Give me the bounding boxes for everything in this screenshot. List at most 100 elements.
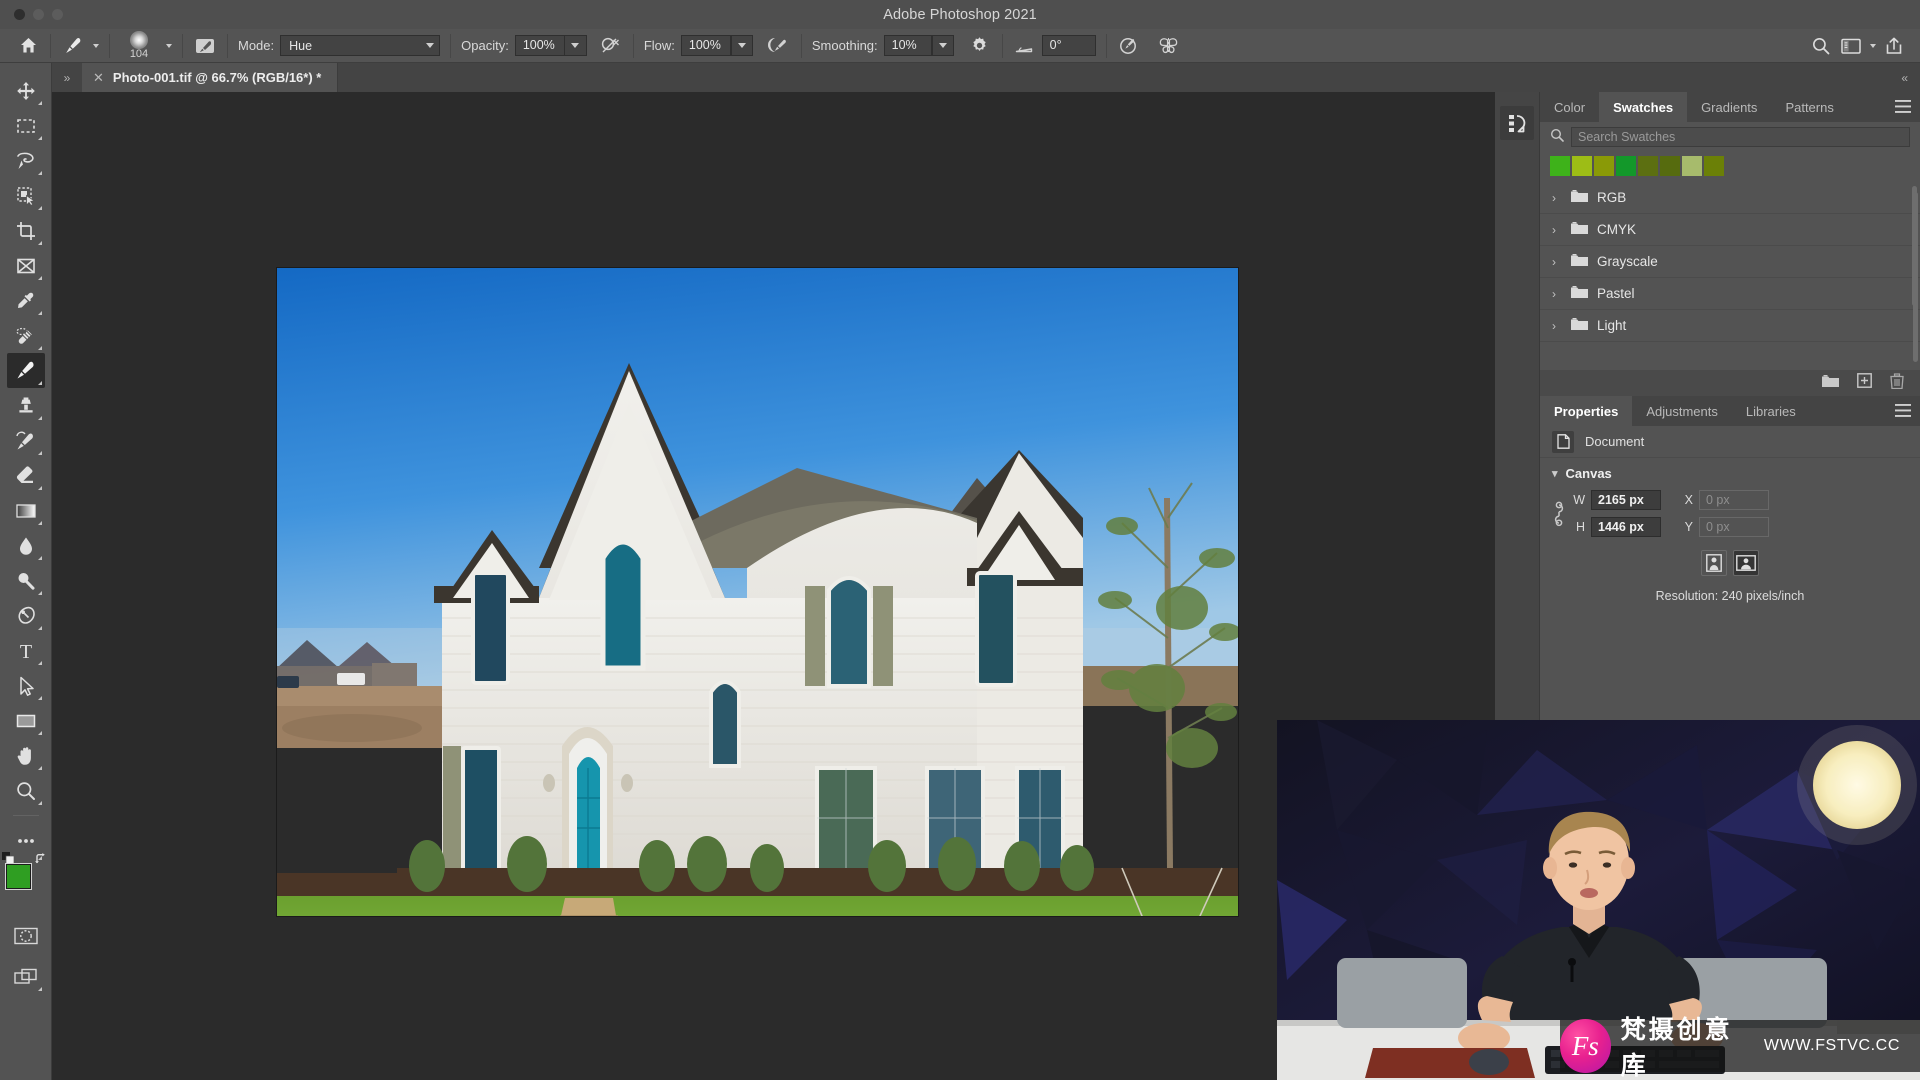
swatch-group-grayscale[interactable]: › Grayscale	[1540, 246, 1920, 278]
opacity-slider-toggle[interactable]	[564, 35, 587, 56]
share-button[interactable]	[1879, 29, 1920, 63]
tab-adjustments[interactable]: Adjustments	[1632, 396, 1732, 426]
symmetry-button[interactable]	[1154, 29, 1184, 63]
smoothing-input[interactable]: 10%	[883, 35, 932, 56]
portrait-orientation-button[interactable]	[1701, 550, 1727, 576]
close-icon[interactable]: ✕	[93, 70, 104, 86]
collapse-dock-icon[interactable]: «	[1901, 71, 1908, 85]
sidebar-item-path-selection-tool[interactable]	[7, 668, 45, 703]
tab-properties[interactable]: Properties	[1540, 396, 1633, 426]
swatch-group-rgb[interactable]: › RGB	[1540, 182, 1920, 214]
pressure-controls-size-button[interactable]	[1114, 29, 1144, 63]
sidebar-item-eyedropper-tool[interactable]	[7, 283, 45, 318]
tab-gradients[interactable]: Gradients	[1687, 92, 1771, 122]
canvas-section-header[interactable]: ▾ Canvas	[1540, 458, 1920, 488]
document-tab[interactable]: ✕ Photo-001.tif @ 66.7% (RGB/16*) *	[82, 63, 339, 92]
chevron-right-icon[interactable]: ›	[1552, 223, 1562, 237]
sidebar-item-clone-stamp-tool[interactable]	[7, 388, 45, 423]
smoothing-options-button[interactable]	[965, 29, 995, 63]
brush-size-picker[interactable]: 104	[117, 29, 175, 63]
home-button[interactable]	[0, 29, 43, 63]
sidebar-item-move-tool[interactable]	[7, 73, 45, 108]
sidebar-item-healing-brush-tool[interactable]	[7, 318, 45, 353]
swatch-item[interactable]	[1550, 156, 1570, 176]
chevron-right-icon[interactable]: ›	[1552, 255, 1562, 269]
chevron-down-icon[interactable]	[1870, 43, 1876, 48]
sidebar-item-hand-tool[interactable]	[7, 738, 45, 773]
swap-colors-icon[interactable]	[34, 852, 48, 871]
opacity-input[interactable]: 100%	[514, 35, 565, 56]
brush-settings-button[interactable]	[190, 29, 220, 63]
blend-mode-select[interactable]: Hue	[280, 35, 441, 56]
document-image[interactable]	[276, 267, 1239, 917]
x-input[interactable]: 0 px	[1699, 490, 1769, 510]
tab-patterns[interactable]: Patterns	[1771, 92, 1847, 122]
color-swatches[interactable]	[1, 852, 47, 905]
swatch-group-cmyk[interactable]: › CMYK	[1540, 214, 1920, 246]
chevron-down-icon[interactable]: ▾	[1552, 467, 1558, 480]
sidebar-item-crop-tool[interactable]	[7, 213, 45, 248]
flow-slider-toggle[interactable]	[730, 35, 753, 56]
sidebar-item-object-selection-tool[interactable]	[7, 178, 45, 213]
new-group-icon[interactable]	[1822, 374, 1839, 393]
sidebar-item-marquee-tool[interactable]	[7, 108, 45, 143]
chevron-down-icon[interactable]	[166, 43, 172, 48]
swatch-group-light[interactable]: › Light	[1540, 310, 1920, 342]
swatch-item[interactable]	[1682, 156, 1702, 176]
swatch-group-pastel[interactable]: › Pastel	[1540, 278, 1920, 310]
swatch-item[interactable]	[1572, 156, 1592, 176]
delete-swatch-icon[interactable]	[1890, 372, 1904, 394]
sidebar-item-zoom-tool[interactable]	[7, 773, 45, 808]
sidebar-item-brush-tool[interactable]	[6, 353, 45, 388]
dock-collapse-bar[interactable]: «	[1495, 63, 1920, 92]
y-input[interactable]: 0 px	[1699, 517, 1769, 537]
tool-preset-picker[interactable]	[58, 29, 102, 63]
screen-mode-button[interactable]	[7, 959, 45, 994]
tab-libraries[interactable]: Libraries	[1732, 396, 1810, 426]
blend-mode-group: Mode: Hue	[235, 29, 443, 63]
search-input[interactable]: Search Swatches	[1571, 127, 1910, 147]
sidebar-item-eraser-tool[interactable]	[7, 458, 45, 493]
link-chain-icon[interactable]	[1546, 499, 1572, 529]
swatch-item[interactable]	[1594, 156, 1614, 176]
angle-input[interactable]: 0°	[1041, 35, 1096, 56]
properties-scrollbar[interactable]	[1913, 192, 1918, 362]
flow-input[interactable]: 100%	[680, 35, 731, 56]
sidebar-item-dodge-tool[interactable]	[7, 563, 45, 598]
sidebar-item-pen-tool[interactable]	[7, 598, 45, 633]
chevron-down-icon[interactable]	[93, 43, 99, 48]
swatch-item[interactable]	[1704, 156, 1724, 176]
panel-menu-icon[interactable]	[1895, 404, 1911, 422]
airbrush-icon	[767, 34, 791, 58]
sidebar-item-frame-tool[interactable]	[7, 248, 45, 283]
tab-swatches[interactable]: Swatches	[1599, 92, 1688, 122]
expand-arrows-icon[interactable]: »	[52, 63, 82, 92]
sidebar-item-type-tool[interactable]: T	[7, 633, 45, 668]
sidebar-item-blur-tool[interactable]	[7, 528, 45, 563]
symmetry-butterfly-icon	[1157, 34, 1181, 58]
history-panel-button[interactable]	[1500, 106, 1534, 140]
foreground-color-swatch[interactable]	[4, 863, 32, 890]
workspace-switcher-button[interactable]	[1836, 29, 1879, 63]
chevron-right-icon[interactable]: ›	[1552, 319, 1562, 333]
airbrush-button[interactable]	[764, 29, 794, 63]
quick-mask-button[interactable]	[7, 918, 45, 953]
swatch-item[interactable]	[1616, 156, 1636, 176]
chevron-right-icon[interactable]: ›	[1552, 191, 1562, 205]
width-input[interactable]: 2165 px	[1591, 490, 1661, 510]
search-button[interactable]	[1806, 29, 1836, 63]
sidebar-item-gradient-tool[interactable]	[7, 493, 45, 528]
panel-menu-icon[interactable]	[1895, 100, 1911, 118]
smoothing-slider-toggle[interactable]	[931, 35, 954, 56]
chevron-right-icon[interactable]: ›	[1552, 287, 1562, 301]
sidebar-item-lasso-tool[interactable]	[7, 143, 45, 178]
swatch-item[interactable]	[1660, 156, 1680, 176]
swatch-item[interactable]	[1638, 156, 1658, 176]
landscape-orientation-button[interactable]	[1733, 550, 1759, 576]
height-input[interactable]: 1446 px	[1591, 517, 1661, 537]
sidebar-item-rectangle-tool[interactable]	[7, 703, 45, 738]
new-swatch-icon[interactable]	[1857, 373, 1872, 393]
pressure-controls-opacity-button[interactable]	[596, 29, 626, 63]
tab-color[interactable]: Color	[1540, 92, 1599, 122]
sidebar-item-history-brush-tool[interactable]	[7, 423, 45, 458]
